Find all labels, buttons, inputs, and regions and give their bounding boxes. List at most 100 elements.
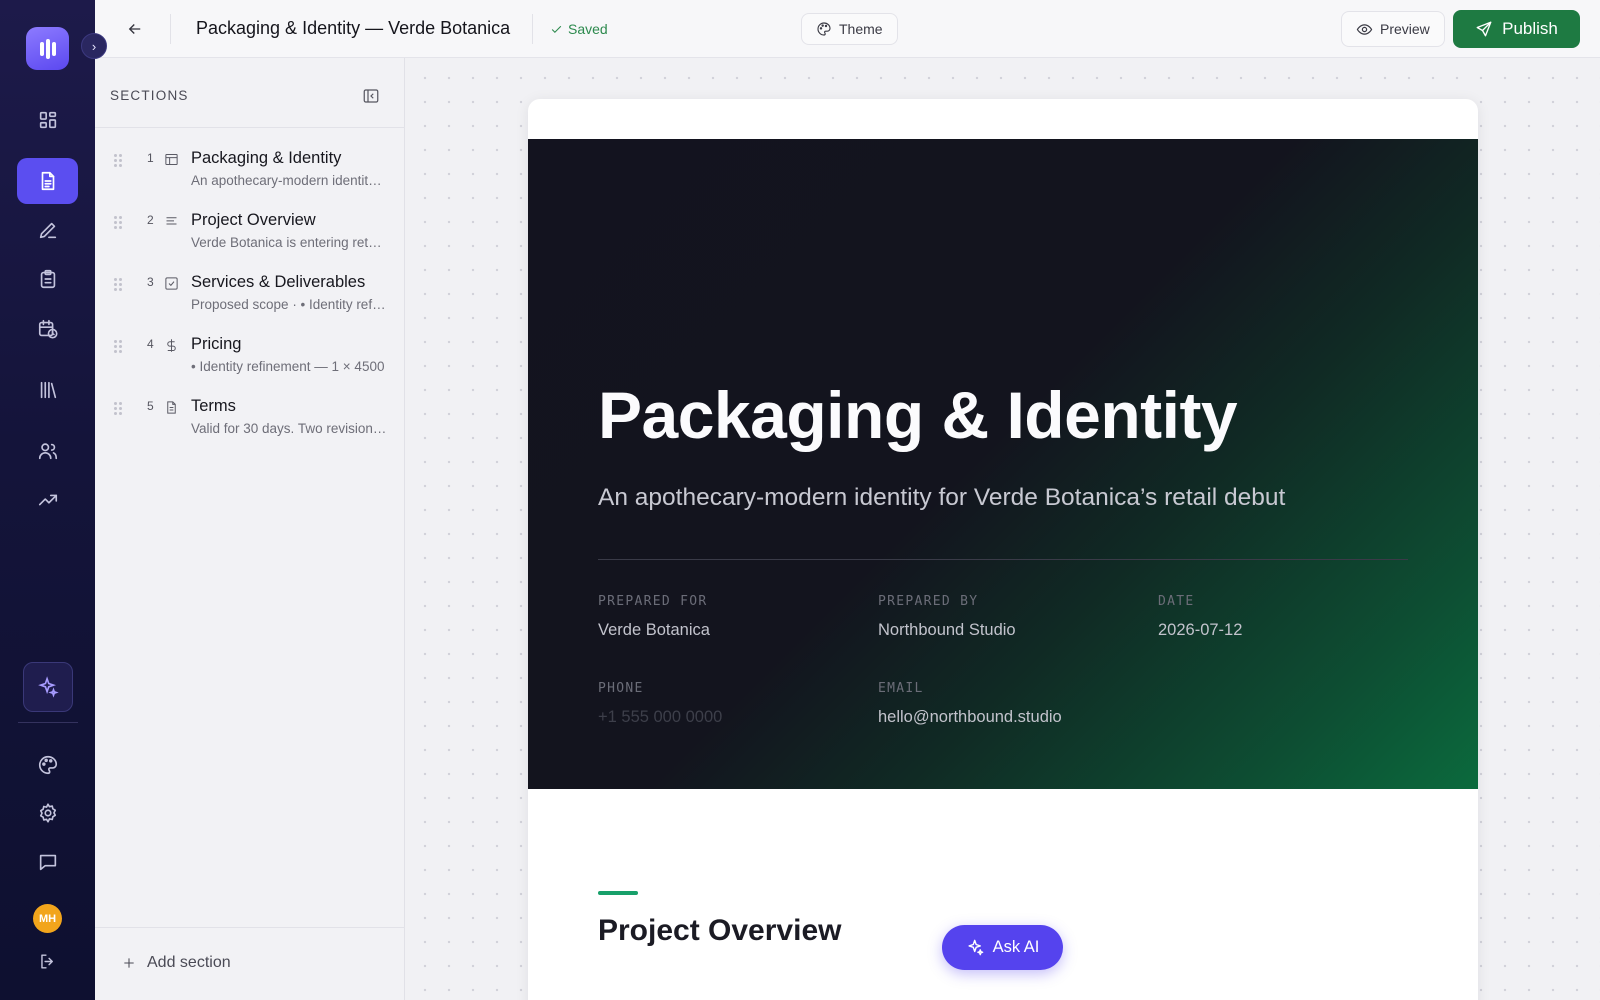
section-item-pricing[interactable]: 4 Pricing • Identity refinement — 1 × 45… [95, 332, 405, 390]
clipboard-icon [40, 269, 55, 289]
toolbar-divider [532, 14, 533, 44]
section-preview: Verde Botanica is entering retail with a… [191, 235, 387, 250]
theme-button-label: Theme [839, 21, 883, 37]
chevron-right-icon: › [91, 38, 97, 54]
preview-button[interactable]: Preview [1341, 11, 1445, 47]
cover-divider [598, 559, 1408, 560]
pen-icon [39, 222, 56, 239]
rail-library[interactable] [17, 367, 78, 413]
back-button[interactable] [123, 17, 147, 41]
drag-handle-icon[interactable] [114, 216, 122, 230]
theme-button[interactable]: Theme [801, 13, 898, 45]
date-value[interactable]: 2026-07-12 [1158, 621, 1242, 640]
rail-schedule[interactable] [17, 306, 78, 352]
section-preview: Valid for 30 days. Two revision rounds i… [191, 421, 387, 436]
section-preview: An apothecary-modern identity for Verde … [191, 173, 387, 188]
section-preview: • Identity refinement — 1 × 4500 [191, 359, 385, 374]
trending-icon [38, 494, 57, 506]
rail-users[interactable] [17, 428, 78, 474]
save-status-label: Saved [568, 21, 608, 37]
sparkle-icon [968, 939, 983, 956]
section-item-services-deliverables[interactable]: 3 Services & Deliverables Proposed scope… [95, 270, 405, 328]
overview-heading[interactable]: Project Overview [598, 914, 841, 948]
sections-panel: SECTIONS 1 Packaging & Identity An apoth… [95, 58, 405, 1000]
rail-dashboard[interactable] [17, 97, 78, 143]
section-item-packaging-identity[interactable]: 1 Packaging & Identity An apothecary-mod… [95, 146, 405, 204]
users-icon [38, 443, 57, 460]
drag-handle-icon[interactable] [114, 154, 122, 168]
phone-label: PHONE [598, 681, 644, 696]
section-title: Packaging & Identity [191, 149, 342, 167]
rail-messages[interactable] [17, 839, 78, 885]
document-icon [41, 171, 54, 191]
rail-analytics[interactable] [17, 477, 78, 523]
section-number: 5 [147, 399, 154, 413]
sparkle-icon [38, 676, 59, 698]
plus-icon [124, 958, 134, 968]
dollar-icon [164, 338, 180, 354]
palette-icon [817, 22, 831, 36]
prepared-for-value[interactable]: Verde Botanica [598, 621, 710, 640]
rail-clipboard[interactable] [17, 256, 78, 302]
section-title: Pricing [191, 335, 242, 353]
section-title: Services & Deliverables [191, 273, 366, 291]
checkbox-icon [164, 276, 180, 292]
add-section-button[interactable]: Add section [122, 954, 231, 972]
section-accent-bar [598, 891, 638, 895]
add-section-label: Add section [147, 954, 231, 971]
logout-icon [41, 953, 53, 969]
ask-ai-button[interactable]: Ask AI [942, 925, 1063, 970]
prepared-by-label: PREPARED BY [878, 594, 979, 609]
file-icon [164, 400, 180, 416]
logo-icon [39, 38, 56, 59]
preview-button-label: Preview [1380, 21, 1430, 37]
rail-theme[interactable] [17, 742, 78, 788]
eye-icon [1356, 23, 1373, 35]
section-title: Terms [191, 397, 236, 415]
library-icon [40, 381, 56, 399]
rail-expand-button[interactable]: › [81, 33, 107, 59]
editor-canvas[interactable]: Packaging & Identity An apothecary-moder… [405, 58, 1600, 1000]
avatar[interactable]: MH [33, 904, 62, 933]
section-item-terms[interactable]: 5 Terms Valid for 30 days. Two revision … [95, 394, 405, 452]
send-icon [1476, 21, 1492, 37]
rail-logout[interactable] [17, 938, 78, 984]
panel-divider [95, 927, 405, 928]
collapse-panel-button[interactable] [362, 87, 380, 105]
drag-handle-icon[interactable] [114, 340, 122, 354]
email-value[interactable]: hello@northbound.studio [878, 708, 1062, 727]
rail-documents[interactable] [17, 158, 78, 204]
rail-divider [18, 722, 78, 723]
section-number: 2 [147, 213, 154, 227]
cover-subtitle[interactable]: An apothecary-modern identity for Verde … [598, 484, 1285, 512]
app-rail: MH [0, 0, 95, 1000]
sidebar-collapse-icon [363, 89, 379, 103]
dashboard-icon [39, 111, 56, 129]
section-item-project-overview[interactable]: 2 Project Overview Verde Botanica is ent… [95, 208, 405, 266]
cover-section[interactable]: Packaging & Identity An apothecary-moder… [528, 139, 1478, 789]
document-page: Packaging & Identity An apothecary-moder… [528, 99, 1478, 1000]
section-number: 4 [147, 337, 154, 351]
text-lines-icon [164, 214, 180, 230]
drag-handle-icon[interactable] [114, 278, 122, 292]
drag-handle-icon[interactable] [114, 402, 122, 416]
save-status: Saved [550, 21, 608, 37]
section-number: 1 [147, 151, 154, 165]
calendar-clock-icon [38, 319, 58, 339]
rail-edit[interactable] [17, 207, 78, 253]
check-icon [551, 25, 562, 33]
email-label: EMAIL [878, 681, 924, 696]
rail-settings[interactable] [17, 790, 78, 836]
section-preview: Proposed scope · • Identity refinement [191, 297, 387, 312]
panel-divider [95, 127, 405, 128]
prepared-for-label: PREPARED FOR [598, 594, 708, 609]
rail-ai-button[interactable] [23, 662, 73, 712]
prepared-by-value[interactable]: Northbound Studio [878, 621, 1016, 640]
date-label: DATE [1158, 594, 1195, 609]
cover-title[interactable]: Packaging & Identity [598, 377, 1238, 453]
app-logo[interactable] [26, 27, 69, 70]
publish-button[interactable]: Publish [1453, 10, 1580, 48]
gear-icon [39, 803, 56, 823]
phone-value[interactable]: +1 555 000 0000 [598, 708, 722, 727]
document-title[interactable]: Packaging & Identity — Verde Botanica [196, 18, 510, 39]
